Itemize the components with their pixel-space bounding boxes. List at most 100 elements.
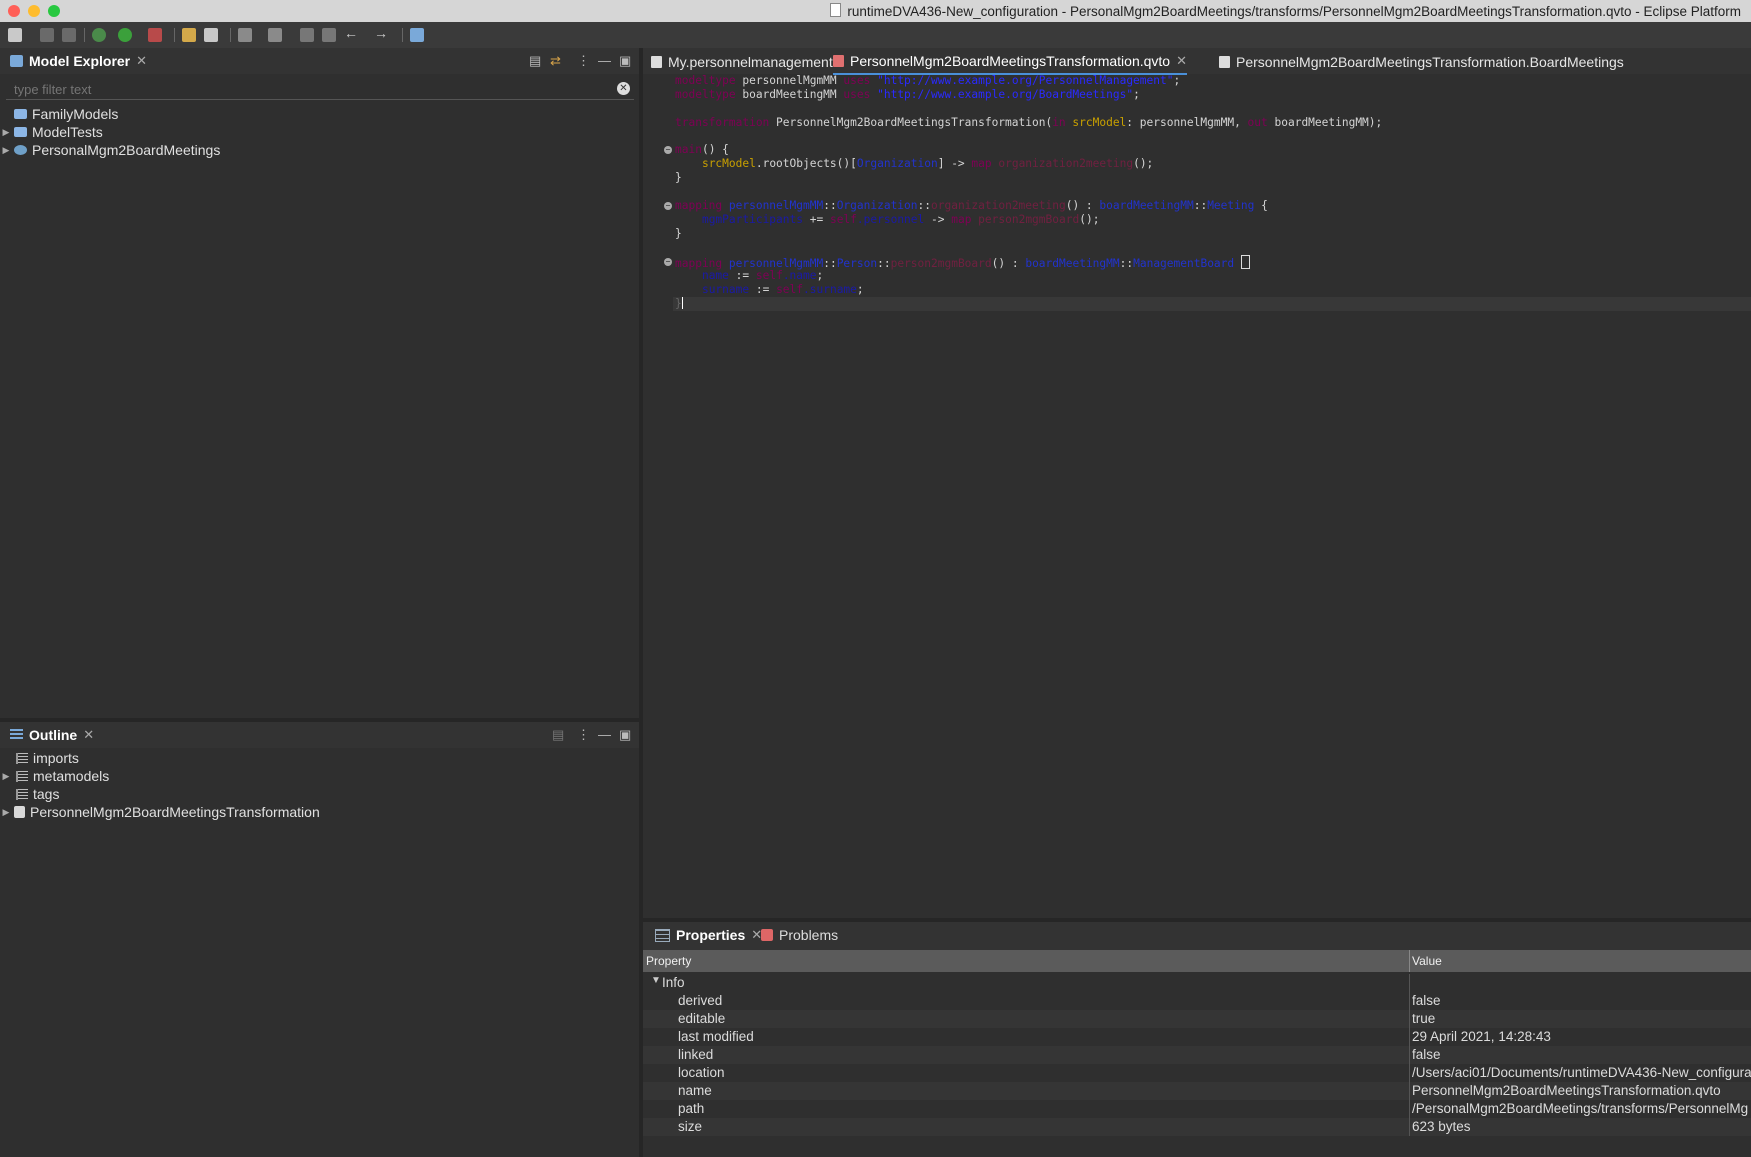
run-icon[interactable] <box>118 28 132 42</box>
tab-label: Properties <box>676 927 746 943</box>
outline-icon <box>10 729 23 741</box>
column-header-property[interactable]: Property <box>646 954 691 968</box>
filter-box: ✕ <box>6 79 634 100</box>
property-row[interactable]: editable true <box>643 1010 1751 1028</box>
property-name: path <box>678 1101 705 1116</box>
minimize-icon[interactable]: — <box>598 53 611 68</box>
view-menu-icon[interactable]: ⋮ <box>577 727 590 743</box>
code-editor[interactable]: modeltype personnelMgmMM uses "http://ww… <box>643 74 1751 918</box>
model-explorer-icon <box>10 55 23 67</box>
window-title-text: runtimeDVA436-New_configuration - Person… <box>847 4 1741 19</box>
zoom-window-button[interactable] <box>48 5 60 17</box>
last-edit-icon[interactable] <box>300 28 314 42</box>
tab-properties[interactable]: Properties ✕ <box>649 922 770 948</box>
property-row[interactable]: linked false <box>643 1046 1751 1064</box>
fold-icon[interactable]: − <box>664 202 672 210</box>
qvt-project-icon <box>14 145 27 155</box>
property-row[interactable]: name PersonnelMgm2BoardMeetingsTransforma… <box>643 1082 1751 1100</box>
tab-label: Model Explorer <box>29 53 131 69</box>
property-row[interactable]: size 623 bytes <box>643 1118 1751 1136</box>
tree-item-label: tags <box>33 786 60 802</box>
property-name: editable <box>678 1011 726 1026</box>
close-icon[interactable]: ✕ <box>1176 53 1187 69</box>
collapse-all-icon[interactable]: ▤ <box>529 53 541 69</box>
filter-input[interactable] <box>6 79 616 99</box>
editor-area: My.personnelmanagement PersonnelMgm2Boar… <box>643 48 1751 918</box>
expand-icon[interactable]: ▶ <box>0 127 12 138</box>
open-type-icon[interactable] <box>182 28 196 42</box>
window-title: runtimeDVA436-New_configuration - Person… <box>830 3 1741 19</box>
property-row[interactable]: location/Users/aci01/Documents/runtimeDV… <box>643 1064 1751 1082</box>
link-with-editor-icon[interactable]: ⇄ <box>550 53 561 69</box>
tree-item-label: ModelTests <box>32 124 103 140</box>
close-window-button[interactable] <box>8 5 20 17</box>
tree-item[interactable]: imports <box>0 749 79 767</box>
search-icon[interactable] <box>204 28 218 42</box>
new-icon[interactable] <box>8 28 22 42</box>
tree-item[interactable]: ▶ metamodels <box>0 767 110 785</box>
tree-item[interactable]: tags <box>0 785 59 803</box>
property-value: 29 April 2021, 14:28:43 <box>1412 1029 1551 1044</box>
collapse-icon[interactable]: ▼ <box>651 975 661 986</box>
tree-item-label: metamodels <box>33 768 110 784</box>
column-header-value[interactable]: Value <box>1412 954 1442 968</box>
minimize-window-button[interactable] <box>28 5 40 17</box>
tab-label: Problems <box>779 927 839 943</box>
properties-group[interactable]: ▼ Info <box>643 974 1751 992</box>
property-value: /PersonalMgm2BoardMeetings/transforms/Pe… <box>1412 1101 1749 1116</box>
properties-tabbar: Properties ✕ Problems <box>643 922 1751 950</box>
code-line: main() { <box>675 143 729 156</box>
fold-icon[interactable]: − <box>664 146 672 154</box>
next-annotation-icon[interactable] <box>238 28 252 42</box>
tree-item[interactable]: ▶ PersonalMgm2BoardMeetings <box>0 141 221 159</box>
previous-annotation-icon[interactable] <box>268 28 282 42</box>
external-tools-icon[interactable] <box>148 28 162 42</box>
tab-qvto-transformation[interactable]: PersonnelMgm2BoardMeetingsTransformation… <box>833 48 1187 75</box>
code-line: transformation PersonnelMgm2BoardMeeting… <box>675 116 1383 129</box>
expand-icon[interactable]: ▶ <box>0 807 12 818</box>
tab-outline[interactable]: Outline ✕ <box>4 722 102 748</box>
tree-item[interactable]: ▶ ModelTests <box>0 123 103 141</box>
forward-icon[interactable]: → <box>374 25 388 41</box>
back-icon[interactable]: ← <box>344 25 358 41</box>
tree-item[interactable]: ▶ PersonnelMgm2BoardMeetingsTransformati… <box>0 803 320 821</box>
open-perspective-icon[interactable] <box>410 28 424 42</box>
column-divider[interactable] <box>1409 950 1410 972</box>
tab-label: Outline <box>29 727 78 743</box>
expand-icon[interactable]: ▶ <box>0 771 12 782</box>
forward-history-icon[interactable] <box>322 28 336 42</box>
clear-filter-icon[interactable]: ✕ <box>617 82 630 95</box>
save-all-icon[interactable] <box>62 28 76 42</box>
maximize-icon[interactable]: ▣ <box>619 53 631 69</box>
tab-my-personnelmanagement[interactable]: My.personnelmanagement <box>651 48 833 76</box>
property-row[interactable]: derived false <box>643 992 1751 1010</box>
property-row[interactable]: path/PersonalMgm2BoardMeetings/transform… <box>643 1100 1751 1118</box>
tab-problems[interactable]: Problems <box>755 922 846 948</box>
sort-icon[interactable]: ▤ <box>552 727 564 743</box>
view-menu-icon[interactable]: ⋮ <box>577 53 590 69</box>
toolbar-separator <box>230 28 231 42</box>
property-name: location <box>678 1065 725 1080</box>
save-icon[interactable] <box>40 28 54 42</box>
model-file-icon <box>1219 56 1230 68</box>
close-icon[interactable]: ✕ <box>83 727 94 743</box>
tab-boardmeetings[interactable]: PersonnelMgm2BoardMeetingsTransformation… <box>1219 48 1624 76</box>
minimize-icon[interactable]: — <box>598 727 611 742</box>
code-line: modeltype boardMeetingMM uses "http://ww… <box>675 88 1140 101</box>
qvto-file-icon <box>833 54 844 67</box>
current-line-highlight <box>673 297 1751 311</box>
expand-icon[interactable]: ▶ <box>0 145 12 156</box>
tab-model-explorer[interactable]: Model Explorer ✕ <box>4 48 155 74</box>
tree-item-label: imports <box>33 750 79 766</box>
code-line: name := self.name; <box>701 269 824 282</box>
code-line: } <box>675 171 682 184</box>
close-icon[interactable]: ✕ <box>136 53 147 69</box>
toolbar-separator <box>402 28 403 42</box>
debug-icon[interactable] <box>92 28 106 42</box>
maximize-icon[interactable]: ▣ <box>619 727 631 743</box>
list-icon <box>16 770 28 782</box>
project-folder-icon <box>14 127 27 137</box>
property-row[interactable]: last modified 29 April 2021, 14:28:43 <box>643 1028 1751 1046</box>
tree-item[interactable]: FamilyModels <box>0 105 118 123</box>
fold-icon[interactable]: − <box>664 258 672 266</box>
